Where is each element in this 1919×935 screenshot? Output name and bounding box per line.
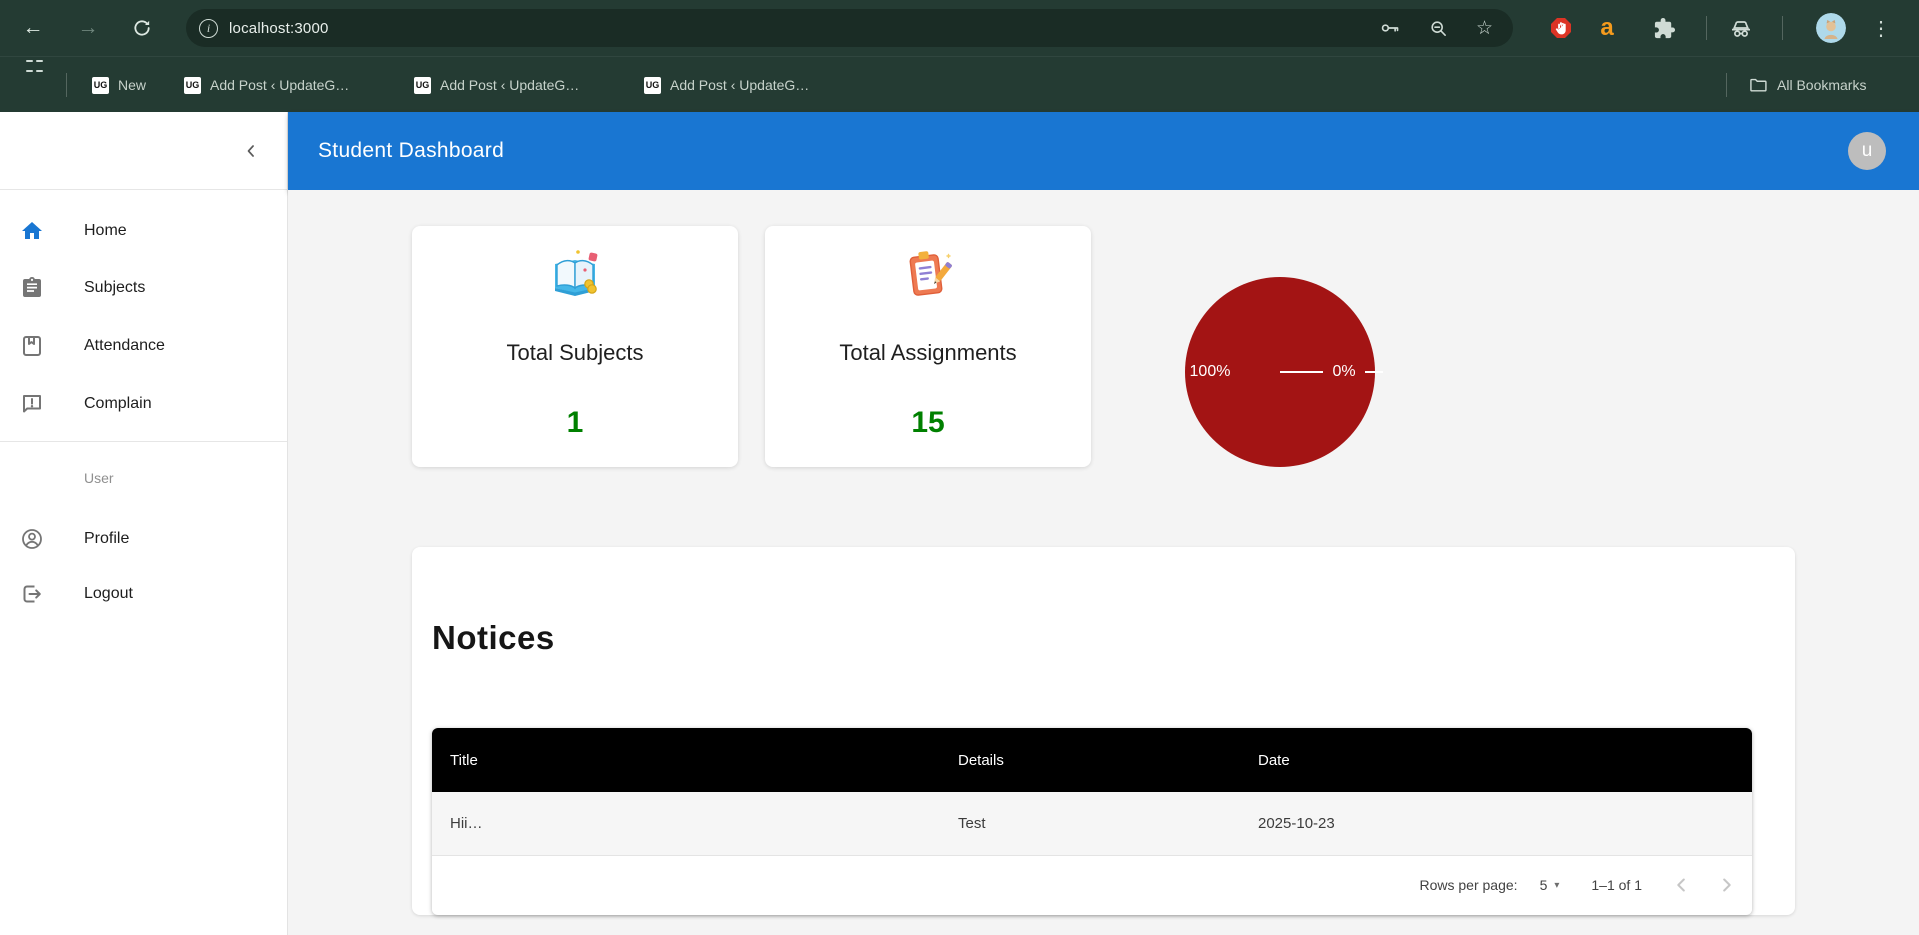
page-size-value: 5 [1540, 877, 1548, 893]
sidebar-item-complain[interactable]: Complain [0, 375, 287, 432]
cell-title: Hii… [432, 815, 940, 832]
bookmarks-bar: UG New UG Add Post ‹ UpdateG… UG Add Pos… [0, 56, 1919, 112]
previous-page-button[interactable] [1668, 872, 1694, 898]
browser-menu-icon[interactable]: ⋮ [1866, 0, 1896, 56]
table-row[interactable]: Hii… Test 2025-10-23 [432, 792, 1752, 856]
apps-grid-icon[interactable] [20, 57, 48, 113]
home-icon [20, 219, 44, 243]
total-assignments-card: Total Assignments 15 [765, 226, 1091, 467]
sidebar-item-home[interactable]: Home [0, 202, 287, 259]
card-value: 1 [567, 406, 584, 440]
sidebar-item-label: Logout [84, 585, 133, 603]
sidebar-item-subjects[interactable]: Subjects [0, 259, 287, 316]
rows-per-page-label: Rows per page: [1420, 877, 1518, 893]
bookmark-favicon: UG [644, 77, 661, 94]
bookmark-favicon: UG [414, 77, 431, 94]
bookmark-item[interactable]: UG Add Post ‹ UpdateG… [644, 57, 809, 113]
bookmark-item[interactable]: UG Add Post ‹ UpdateG… [184, 57, 349, 113]
password-key-icon[interactable] [1379, 17, 1401, 39]
main-content: Total Subjects 1 Total Assignments 15 10… [288, 190, 1919, 935]
pie-label-100: 100% [1175, 363, 1245, 381]
notices-panel: Notices Title Details Date Hii… Test 202… [412, 547, 1795, 915]
site-info-icon[interactable]: i [199, 19, 218, 38]
forward-icon[interactable]: → [72, 0, 104, 56]
table-pagination: Rows per page: 5 ▾ 1–1 of 1 [432, 856, 1752, 914]
toolbar-separator [1706, 16, 1707, 40]
bookmark-label: Add Post ‹ UpdateG… [440, 77, 579, 93]
folder-icon [1748, 75, 1768, 95]
clipboard-3d-icon [900, 248, 956, 302]
notices-table: Title Details Date Hii… Test 2025-10-23 … [432, 728, 1752, 915]
card-title: Total Assignments [839, 340, 1016, 366]
next-page-button[interactable] [1714, 872, 1740, 898]
bookmark-favicon: UG [184, 77, 201, 94]
feedback-icon [20, 392, 44, 416]
bookmark-item[interactable]: UG Add Post ‹ UpdateG… [414, 57, 579, 113]
bookmark-star-icon[interactable]: ☆ [1476, 17, 1493, 40]
column-header-title: Title [432, 752, 940, 769]
pagination-range: 1–1 of 1 [1591, 877, 1642, 893]
total-subjects-card: Total Subjects 1 [412, 226, 738, 467]
incognito-hat-icon[interactable] [1724, 0, 1758, 56]
sidebar-item-label: Subjects [84, 279, 145, 297]
notices-heading: Notices [432, 619, 555, 657]
bookmark-favicon: UG [92, 77, 109, 94]
sidebar-item-profile[interactable]: Profile [0, 510, 287, 567]
pie-label-0: 0% [1323, 362, 1365, 382]
column-header-date: Date [1240, 752, 1752, 769]
cell-details: Test [940, 815, 1240, 832]
sidebar: Home Subjects Attendance Complain User P… [0, 112, 288, 935]
url-text: localhost:3000 [229, 20, 329, 37]
bookmark-label: New [118, 77, 146, 93]
address-bar[interactable]: i localhost:3000 ☆ [186, 9, 1513, 47]
sidebar-section-label: User [84, 470, 114, 486]
dropdown-caret-icon: ▾ [1554, 880, 1559, 891]
all-bookmarks-button[interactable]: All Bookmarks [1748, 57, 1866, 113]
card-title: Total Subjects [507, 340, 644, 366]
browser-toolbar: ← → i localhost:3000 ☆ a [0, 0, 1919, 56]
sidebar-item-label: Home [84, 222, 127, 240]
cell-date: 2025-10-23 [1240, 815, 1752, 832]
all-bookmarks-label: All Bookmarks [1777, 77, 1866, 93]
bookmark-label: Add Post ‹ UpdateG… [210, 77, 349, 93]
sidebar-header [0, 112, 287, 190]
toolbar-separator [1782, 16, 1783, 40]
bookmarks-separator [1726, 73, 1727, 97]
bookmarks-separator [66, 73, 67, 97]
amazon-extension-icon[interactable]: a [1592, 0, 1622, 56]
sidebar-item-label: Attendance [84, 337, 165, 355]
card-value: 15 [911, 406, 944, 440]
page-size-select[interactable]: 5 ▾ [1540, 877, 1560, 893]
sidebar-item-label: Complain [84, 395, 152, 413]
sidebar-divider [0, 441, 287, 442]
table-header-row: Title Details Date [432, 728, 1752, 792]
extensions-puzzle-icon[interactable] [1648, 0, 1680, 56]
book-icon [20, 334, 44, 358]
zoom-out-icon[interactable] [1428, 18, 1449, 39]
back-icon[interactable]: ← [17, 0, 49, 56]
bookmark-label: Add Post ‹ UpdateG… [670, 77, 809, 93]
assignment-icon [20, 276, 44, 300]
user-avatar[interactable]: u [1848, 132, 1886, 170]
book-3d-icon [547, 248, 603, 302]
account-circle-icon [20, 527, 44, 551]
bookmark-item[interactable]: UG New [92, 57, 146, 113]
browser-profile-avatar[interactable] [1812, 0, 1850, 56]
attendance-pie-chart: 100% 0% [1170, 262, 1390, 482]
sidebar-item-attendance[interactable]: Attendance [0, 317, 287, 374]
page-title: Student Dashboard [318, 139, 504, 163]
collapse-drawer-button[interactable] [237, 137, 265, 165]
logout-icon [20, 582, 44, 606]
column-header-details: Details [940, 752, 1240, 769]
sidebar-item-logout[interactable]: Logout [0, 565, 287, 622]
adblock-extension-icon[interactable] [1546, 0, 1576, 56]
app-bar: Student Dashboard u [288, 112, 1919, 190]
reload-icon[interactable] [126, 0, 158, 56]
browser-window: ← → i localhost:3000 ☆ a [0, 0, 1919, 935]
sidebar-item-label: Profile [84, 530, 129, 548]
